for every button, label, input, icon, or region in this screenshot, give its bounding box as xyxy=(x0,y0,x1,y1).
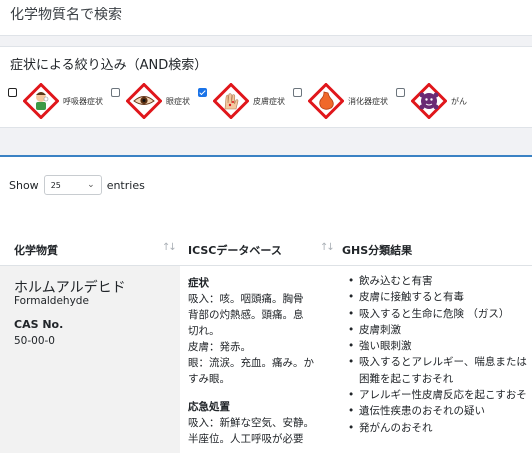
sort-icon[interactable]: ↑↓ xyxy=(320,242,335,253)
header-ghs[interactable]: GHS分類結果 xyxy=(342,242,412,258)
filter-list: 呼吸器症状 眼症状 皮膚症状 消化器症状 がん xyxy=(8,83,475,119)
ghs-item: アレルギー性皮膚反応を起こすおそ xyxy=(348,387,532,404)
eye-checkbox[interactable] xyxy=(111,87,120,97)
ghs-item: 吸入するとアレルギー、喘息または xyxy=(348,354,532,371)
entries-label: entries xyxy=(106,178,145,192)
filter-cancer[interactable]: がん xyxy=(396,83,467,119)
ghs-item: 遺伝性疾患のおそれの疑い xyxy=(348,403,532,420)
first-aid-heading: 応急処置 xyxy=(188,401,230,413)
chevron-down-icon: ⌄ xyxy=(87,180,95,190)
symptom-line: すみ眼。 xyxy=(188,373,230,385)
results-table-card: Show 25 ⌄ entries 化学物質 ↑↓ ICSCデータベース ↑↓ … xyxy=(0,155,532,453)
header-icsc[interactable]: ICSCデータベース xyxy=(188,242,282,258)
cancer-pictogram-icon xyxy=(411,83,447,119)
entries-select-value: 25 xyxy=(50,180,61,190)
ghs-item: 皮膚刺激 xyxy=(348,322,532,339)
respiratory-checkbox[interactable] xyxy=(8,87,17,97)
filter-skin[interactable]: 皮膚症状 xyxy=(198,83,285,119)
eye-pictogram-icon xyxy=(126,83,162,119)
cas-label: CAS No. xyxy=(14,318,64,331)
show-label: Show xyxy=(9,178,39,192)
filter-title: 症状による絞り込み（AND検索） xyxy=(10,58,208,73)
page-length-control: Show 25 ⌄ entries xyxy=(9,175,145,195)
sort-icon[interactable]: ↑↓ xyxy=(162,242,177,253)
search-input[interactable] xyxy=(10,7,510,23)
respiratory-label: 呼吸器症状 xyxy=(63,96,103,106)
ghs-list: 飲み込むと有害 皮膚に接触すると有毒 吸入すると生命に危険 （ガス） 皮膚刺激 … xyxy=(348,273,532,436)
chemical-name: ホルムアルデヒド xyxy=(14,280,126,296)
cancer-label: がん xyxy=(451,96,467,106)
symptom-line: 眼：流涙。充血。痛み。か xyxy=(188,357,314,369)
digestive-checkbox[interactable] xyxy=(293,87,302,97)
ghs-item: 皮膚に接触すると有毒 xyxy=(348,289,532,306)
ghs-item: 強い眼刺激 xyxy=(348,338,532,355)
ghs-item: 発がんのおそれ xyxy=(348,420,532,437)
search-box[interactable] xyxy=(0,0,532,36)
skin-pictogram-icon xyxy=(213,83,249,119)
chemical-name-en: Formaldehyde xyxy=(14,295,89,307)
symptom-filter-panel: 症状による絞り込み（AND検索） 呼吸器症状 眼症状 皮膚症状 消化器症状 がん xyxy=(0,46,532,128)
symptom-line: 背部の灼熱感。頭痛。息 xyxy=(188,309,304,321)
first-aid-line: 吸入：新鮮な空気、安静。 xyxy=(188,417,314,429)
digestive-pictogram-icon xyxy=(308,83,344,119)
cas-number: 50-00-0 xyxy=(14,335,55,347)
symptom-line: 吸入：咳。咽頭痛。胸骨 xyxy=(188,293,304,305)
header-chemical[interactable]: 化学物質 xyxy=(14,242,58,258)
eye-label: 眼症状 xyxy=(166,96,190,106)
ghs-item: 吸入すると生命に危険 （ガス） xyxy=(348,306,532,323)
skin-label: 皮膚症状 xyxy=(253,96,285,106)
filter-digestive[interactable]: 消化器症状 xyxy=(293,83,388,119)
first-aid-line: 半座位。人工呼吸が必要 xyxy=(188,433,304,445)
symptoms-heading: 症状 xyxy=(188,277,209,289)
digestive-label: 消化器症状 xyxy=(348,96,388,106)
filter-eye[interactable]: 眼症状 xyxy=(111,83,190,119)
ghs-item-continued: 困難を起こすおそれ xyxy=(359,372,454,385)
filter-respiratory[interactable]: 呼吸器症状 xyxy=(8,83,103,119)
symptom-line: 皮膚：発赤。 xyxy=(188,341,251,353)
respiratory-pictogram-icon xyxy=(23,83,59,119)
ghs-item: 飲み込むと有害 xyxy=(348,273,532,290)
cancer-checkbox[interactable] xyxy=(396,87,405,97)
skin-checkbox[interactable] xyxy=(198,87,207,97)
entries-select[interactable]: 25 ⌄ xyxy=(43,175,102,195)
symptom-line: 切れ。 xyxy=(188,325,220,337)
icsc-cell: 症状 吸入：咳。咽頭痛。胸骨 背部の灼熱感。頭痛。息 切れ。 皮膚：発赤。 眼：… xyxy=(188,275,348,447)
